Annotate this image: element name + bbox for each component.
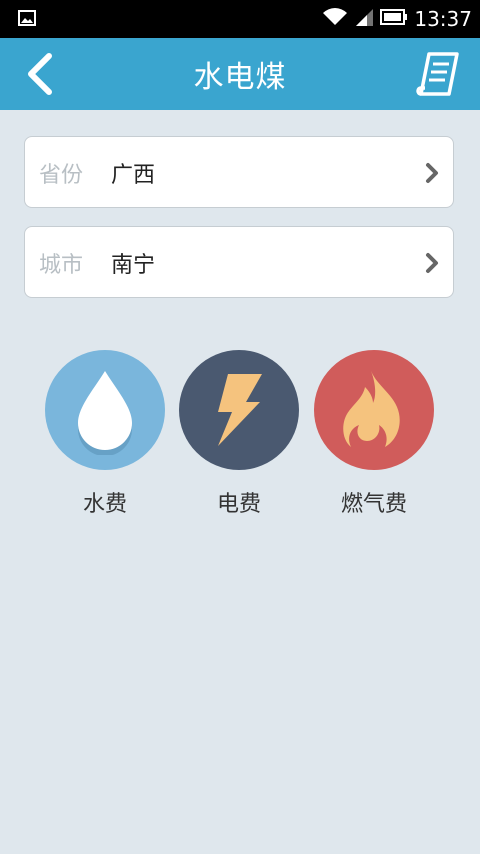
battery-icon bbox=[380, 8, 408, 30]
electricity-fee-circle[interactable] bbox=[179, 350, 299, 470]
city-label: 城市 bbox=[39, 253, 84, 278]
wifi-icon bbox=[322, 7, 348, 31]
gas-fee-label: 燃气费 bbox=[340, 492, 407, 517]
page-title: 水电煤 bbox=[193, 60, 287, 95]
electricity-fee-label: 电费 bbox=[216, 492, 261, 517]
signal-icon bbox=[354, 7, 374, 31]
chevron-right-icon bbox=[426, 253, 438, 273]
top-bar: 水电煤 bbox=[0, 38, 480, 110]
water-fee-button[interactable]: 水费 bbox=[45, 350, 165, 518]
province-label: 省份 bbox=[39, 163, 84, 188]
city-selector[interactable]: 城市 南宁 bbox=[24, 226, 454, 298]
province-selector[interactable]: 省份 广西 bbox=[24, 136, 454, 208]
water-fee-label: 水费 bbox=[82, 492, 127, 517]
gas-fee-button[interactable]: 燃气费 bbox=[314, 350, 434, 518]
status-time: 13:37 bbox=[414, 7, 472, 31]
gas-fee-circle[interactable] bbox=[314, 350, 434, 470]
city-value: 南宁 bbox=[111, 253, 156, 278]
status-bar: 13:37 bbox=[0, 0, 480, 38]
receipt-list-icon bbox=[416, 52, 459, 96]
flame-icon bbox=[343, 371, 400, 447]
records-button[interactable] bbox=[412, 48, 466, 102]
province-value: 广西 bbox=[111, 163, 156, 188]
chevron-right-icon bbox=[426, 163, 438, 183]
electricity-fee-button[interactable]: 电费 bbox=[179, 350, 299, 518]
water-drop-icon bbox=[78, 371, 132, 455]
lightning-icon bbox=[218, 374, 262, 446]
water-fee-circle[interactable] bbox=[45, 350, 165, 470]
gallery-notification-icon bbox=[18, 10, 36, 30]
